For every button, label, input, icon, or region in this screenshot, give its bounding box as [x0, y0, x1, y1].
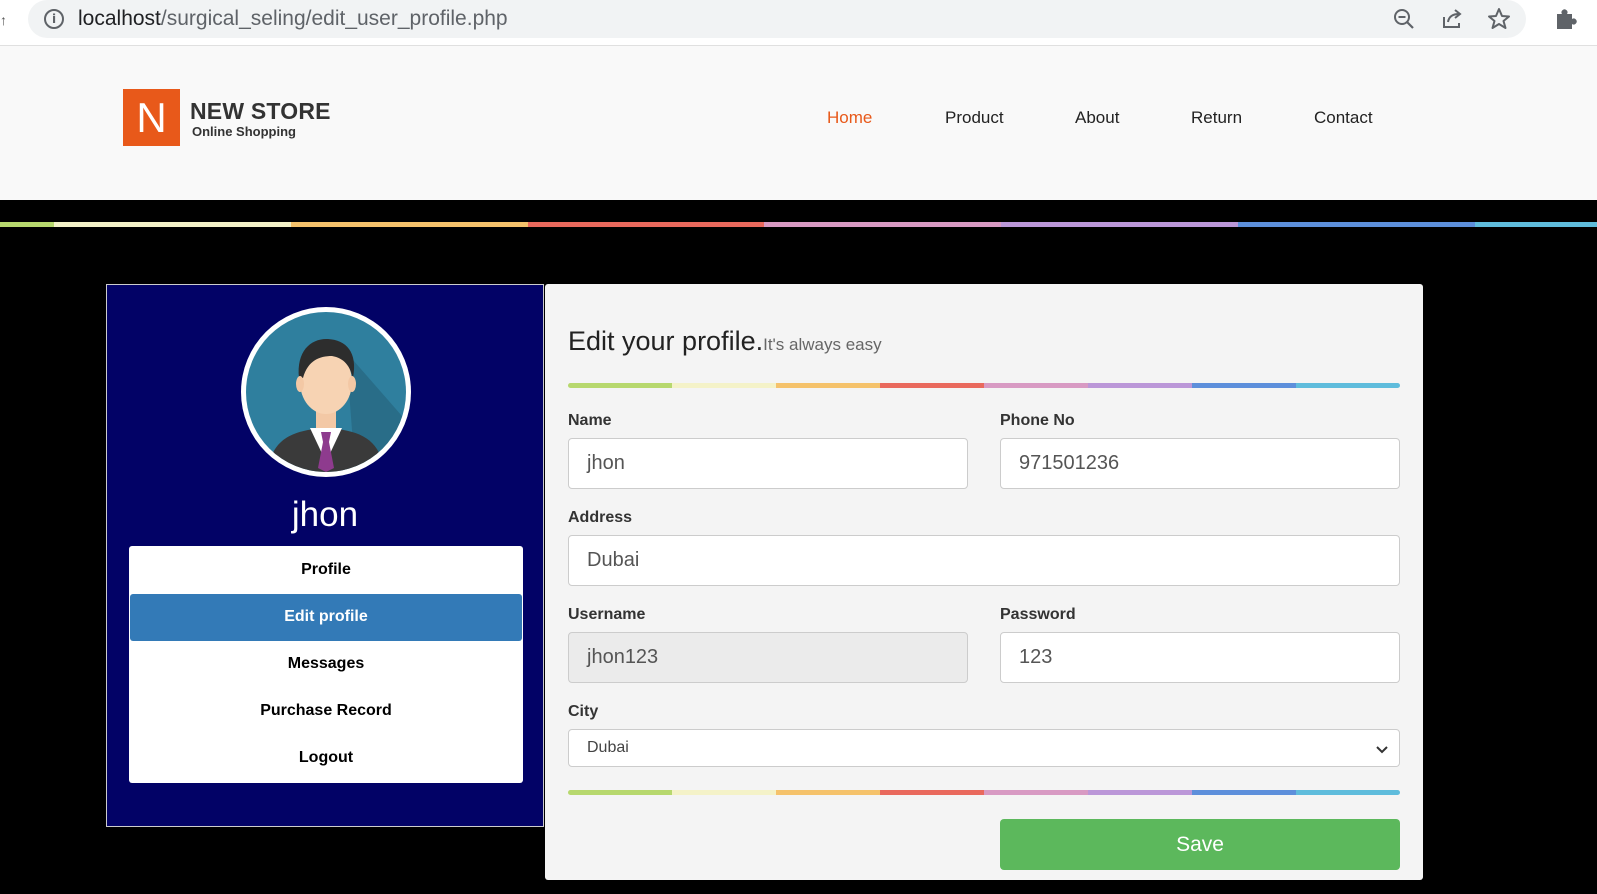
- sidebar-menu: Profile Edit profile Messages Purchase R…: [129, 546, 523, 783]
- sidebar-item-logout[interactable]: Logout: [129, 735, 523, 782]
- logo-title[interactable]: NEW STORE: [190, 98, 331, 125]
- city-selected-value: Dubai: [587, 739, 629, 756]
- url-text[interactable]: localhost/surgical_seling/edit_user_prof…: [78, 7, 508, 31]
- password-input[interactable]: 123: [1000, 632, 1400, 683]
- sidebar-item-messages[interactable]: Messages: [129, 641, 523, 688]
- avatar: [241, 307, 411, 477]
- page-subtitle: It's always easy: [763, 335, 882, 354]
- user-avatar-icon: [246, 312, 406, 472]
- save-button[interactable]: Save: [1000, 819, 1400, 870]
- rainbow-divider: [0, 222, 1597, 227]
- browser-toolbar: ↑ i localhost/surgical_seling/edit_user_…: [0, 0, 1597, 46]
- address-label: Address: [568, 509, 633, 526]
- site-header: N NEW STORE Online Shopping Home Product…: [0, 46, 1597, 200]
- address-bar[interactable]: i localhost/surgical_seling/edit_user_pr…: [28, 0, 1526, 38]
- info-icon[interactable]: i: [44, 9, 64, 29]
- chevron-down-icon: [1376, 746, 1388, 754]
- phone-label: Phone No: [1000, 412, 1075, 429]
- user-name: jhon: [291, 495, 359, 534]
- edit-profile-panel: Edit your profile.It's always easy Name …: [545, 284, 1423, 880]
- password-label: Password: [1000, 606, 1076, 623]
- nav-about[interactable]: About: [1075, 108, 1119, 128]
- zoom-out-icon[interactable]: [1391, 6, 1417, 32]
- logo-subtitle: Online Shopping: [192, 124, 296, 139]
- sidebar-item-edit-profile[interactable]: Edit profile: [130, 594, 522, 641]
- city-select[interactable]: Dubai: [568, 729, 1400, 767]
- nav-product[interactable]: Product: [945, 108, 1004, 128]
- extensions-puzzle-icon[interactable]: [1552, 6, 1578, 32]
- sidebar-item-profile[interactable]: Profile: [129, 547, 523, 594]
- form-divider-bottom: [568, 790, 1400, 795]
- address-input[interactable]: Dubai: [568, 535, 1400, 586]
- bookmark-star-icon[interactable]: [1486, 6, 1512, 32]
- page-title: Edit your profile.It's always easy: [568, 326, 882, 356]
- back-arrow-icon[interactable]: ↑: [0, 12, 7, 28]
- logo-mark[interactable]: N: [123, 89, 180, 146]
- nav-contact[interactable]: Contact: [1314, 108, 1373, 128]
- form-divider-top: [568, 383, 1400, 388]
- sidebar-item-purchase-record[interactable]: Purchase Record: [129, 688, 523, 735]
- name-label: Name: [568, 412, 612, 429]
- name-input[interactable]: jhon: [568, 438, 968, 489]
- profile-sidebar: jhon Profile Edit profile Messages Purch…: [106, 284, 544, 827]
- city-label: City: [568, 703, 599, 720]
- username-label: Username: [568, 606, 646, 623]
- nav-return[interactable]: Return: [1191, 108, 1242, 128]
- share-icon[interactable]: [1439, 6, 1465, 32]
- nav-home[interactable]: Home: [827, 108, 872, 128]
- username-input[interactable]: jhon123: [568, 632, 968, 683]
- phone-input[interactable]: 971501236: [1000, 438, 1400, 489]
